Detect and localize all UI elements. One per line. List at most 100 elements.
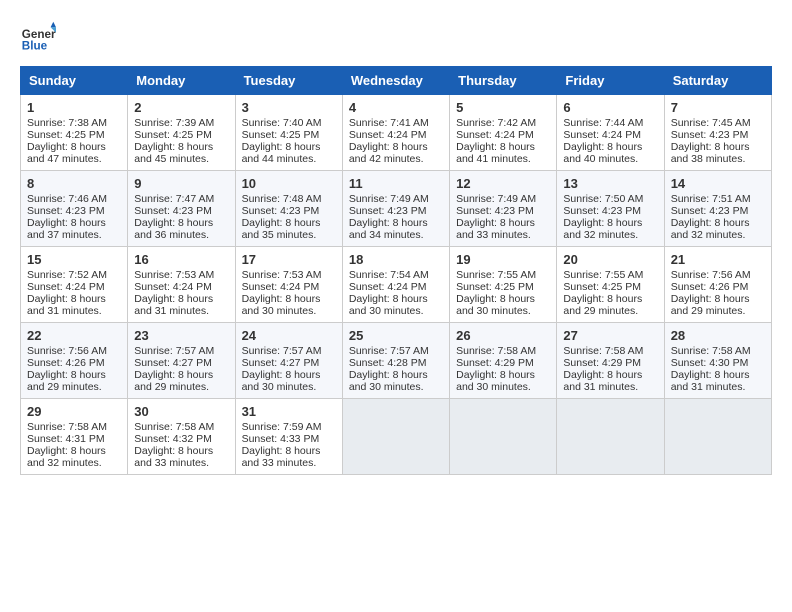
sunrise-text: Sunrise: 7:58 AM [134,421,214,433]
sunrise-text: Sunrise: 7:58 AM [27,421,107,433]
sunrise-text: Sunrise: 7:57 AM [242,345,322,357]
sunset-text: Sunset: 4:24 PM [349,281,427,293]
calendar-cell: 31Sunrise: 7:59 AMSunset: 4:33 PMDayligh… [235,399,342,475]
col-header-friday: Friday [557,67,664,95]
daylight-text: Daylight: 8 hours and 31 minutes. [671,369,750,393]
week-row-4: 22Sunrise: 7:56 AMSunset: 4:26 PMDayligh… [21,323,772,399]
day-number: 11 [349,176,443,191]
calendar-cell [557,399,664,475]
day-number: 5 [456,100,550,115]
day-number: 20 [563,252,657,267]
sunrise-text: Sunrise: 7:39 AM [134,117,214,129]
day-number: 23 [134,328,228,343]
sunrise-text: Sunrise: 7:47 AM [134,193,214,205]
daylight-text: Daylight: 8 hours and 34 minutes. [349,217,428,241]
day-number: 19 [456,252,550,267]
calendar-cell: 4Sunrise: 7:41 AMSunset: 4:24 PMDaylight… [342,95,449,171]
calendar-cell: 15Sunrise: 7:52 AMSunset: 4:24 PMDayligh… [21,247,128,323]
svg-text:Blue: Blue [22,40,48,53]
logo-icon: General Blue [20,20,56,56]
sunset-text: Sunset: 4:24 PM [242,281,320,293]
daylight-text: Daylight: 8 hours and 32 minutes. [27,445,106,469]
week-row-5: 29Sunrise: 7:58 AMSunset: 4:31 PMDayligh… [21,399,772,475]
calendar-cell: 30Sunrise: 7:58 AMSunset: 4:32 PMDayligh… [128,399,235,475]
daylight-text: Daylight: 8 hours and 31 minutes. [563,369,642,393]
sunset-text: Sunset: 4:23 PM [671,129,749,141]
col-header-tuesday: Tuesday [235,67,342,95]
daylight-text: Daylight: 8 hours and 29 minutes. [563,293,642,317]
calendar-cell: 16Sunrise: 7:53 AMSunset: 4:24 PMDayligh… [128,247,235,323]
daylight-text: Daylight: 8 hours and 35 minutes. [242,217,321,241]
day-number: 14 [671,176,765,191]
calendar-cell: 14Sunrise: 7:51 AMSunset: 4:23 PMDayligh… [664,171,771,247]
daylight-text: Daylight: 8 hours and 47 minutes. [27,141,106,165]
calendar-body: 1Sunrise: 7:38 AMSunset: 4:25 PMDaylight… [21,95,772,475]
day-number: 8 [27,176,121,191]
sunrise-text: Sunrise: 7:49 AM [456,193,536,205]
calendar-cell: 21Sunrise: 7:56 AMSunset: 4:26 PMDayligh… [664,247,771,323]
calendar-cell: 1Sunrise: 7:38 AMSunset: 4:25 PMDaylight… [21,95,128,171]
day-number: 30 [134,404,228,419]
sunrise-text: Sunrise: 7:57 AM [134,345,214,357]
sunset-text: Sunset: 4:28 PM [349,357,427,369]
daylight-text: Daylight: 8 hours and 30 minutes. [349,369,428,393]
day-number: 7 [671,100,765,115]
sunset-text: Sunset: 4:24 PM [27,281,105,293]
sunrise-text: Sunrise: 7:44 AM [563,117,643,129]
day-number: 22 [27,328,121,343]
calendar-cell: 7 Sunrise: 7:45 AMSunset: 4:23 PMDaylight… [664,95,771,171]
calendar-cell [450,399,557,475]
sunrise-text: Sunrise: 7:38 AM [27,117,107,129]
daylight-text: Daylight: 8 hours and 30 minutes. [456,293,535,317]
sunset-text: Sunset: 4:23 PM [242,205,320,217]
sunrise-text: Sunrise: 7:55 AM [563,269,643,281]
day-number: 24 [242,328,336,343]
day-number: 21 [671,252,765,267]
day-number: 17 [242,252,336,267]
sunrise-text: Sunrise: 7:49 AM [349,193,429,205]
sunrise-text: Sunrise: 7:40 AM [242,117,322,129]
sunset-text: Sunset: 4:27 PM [242,357,320,369]
daylight-text: Daylight: 8 hours and 45 minutes. [134,141,213,165]
day-number: 15 [27,252,121,267]
day-number: 12 [456,176,550,191]
week-row-2: 8Sunrise: 7:46 AMSunset: 4:23 PMDaylight… [21,171,772,247]
calendar-cell: 11Sunrise: 7:49 AMSunset: 4:23 PMDayligh… [342,171,449,247]
day-number: 2 [134,100,228,115]
sunrise-text: Sunrise: 7:41 AM [349,117,429,129]
calendar-cell [664,399,771,475]
calendar-cell: 10Sunrise: 7:48 AMSunset: 4:23 PMDayligh… [235,171,342,247]
sunset-text: Sunset: 4:25 PM [242,129,320,141]
daylight-text: Daylight: 8 hours and 38 minutes. [671,141,750,165]
daylight-text: Daylight: 8 hours and 44 minutes. [242,141,321,165]
calendar-cell [342,399,449,475]
sunrise-text: Sunrise: 7:53 AM [134,269,214,281]
calendar-table: SundayMondayTuesdayWednesdayThursdayFrid… [20,66,772,475]
daylight-text: Daylight: 8 hours and 30 minutes. [242,369,321,393]
sunset-text: Sunset: 4:24 PM [563,129,641,141]
col-header-monday: Monday [128,67,235,95]
sunrise-text: Sunrise: 7:58 AM [563,345,643,357]
calendar-cell: 28Sunrise: 7:58 AMSunset: 4:30 PMDayligh… [664,323,771,399]
daylight-text: Daylight: 8 hours and 32 minutes. [671,217,750,241]
daylight-text: Daylight: 8 hours and 29 minutes. [27,369,106,393]
sunset-text: Sunset: 4:25 PM [27,129,105,141]
sunrise-text: Sunrise: 7:58 AM [671,345,751,357]
day-number: 16 [134,252,228,267]
calendar-cell: 9Sunrise: 7:47 AMSunset: 4:23 PMDaylight… [128,171,235,247]
sunrise-text: Sunrise: 7:54 AM [349,269,429,281]
day-number: 6 [563,100,657,115]
day-number: 13 [563,176,657,191]
day-number: 31 [242,404,336,419]
daylight-text: Daylight: 8 hours and 36 minutes. [134,217,213,241]
sunset-text: Sunset: 4:33 PM [242,433,320,445]
calendar-cell: 23Sunrise: 7:57 AMSunset: 4:27 PMDayligh… [128,323,235,399]
sunset-text: Sunset: 4:23 PM [563,205,641,217]
sunrise-text: Sunrise: 7:57 AM [349,345,429,357]
sunset-text: Sunset: 4:23 PM [134,205,212,217]
sunrise-text: Sunrise: 7:45 AM [671,117,751,129]
sunrise-text: Sunrise: 7:51 AM [671,193,751,205]
daylight-text: Daylight: 8 hours and 33 minutes. [456,217,535,241]
col-header-wednesday: Wednesday [342,67,449,95]
logo: General Blue [20,20,56,56]
